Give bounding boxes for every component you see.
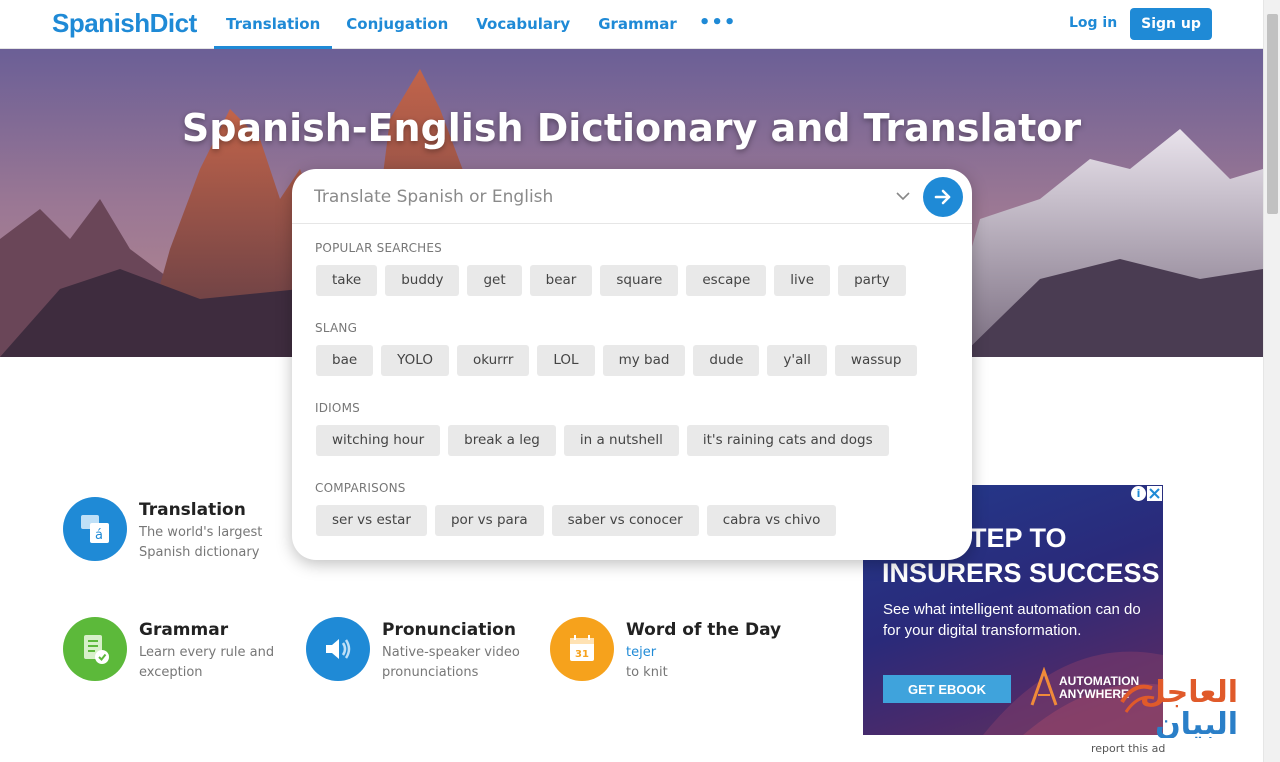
search-chip[interactable]: cabra vs chivo [706, 505, 837, 536]
chip-row-idioms: witching hour break a leg in a nutshell … [316, 425, 889, 456]
login-link[interactable]: Log in [1069, 15, 1117, 31]
search-chip[interactable]: get [467, 265, 522, 296]
search-chip[interactable]: LOL [537, 345, 595, 376]
search-chip[interactable]: party [838, 265, 906, 296]
translate-submit-button[interactable] [923, 177, 963, 217]
nav-vocabulary[interactable]: Vocabulary [462, 0, 584, 49]
search-panel: POPULAR SEARCHES take buddy get bear squ… [292, 169, 972, 560]
more-menu-icon[interactable]: ••• [691, 0, 745, 49]
search-chip[interactable]: my bad [602, 345, 686, 376]
search-chip[interactable]: it's raining cats and dogs [686, 425, 889, 456]
chip-row-slang: bae YOLO okurrr LOL my bad dude y'all wa… [316, 345, 918, 376]
feature-title: Translation [139, 500, 246, 520]
search-chip[interactable]: bear [529, 265, 593, 296]
search-chip[interactable]: YOLO [381, 345, 449, 376]
search-chip[interactable]: por vs para [434, 505, 544, 536]
search-chip[interactable]: bae [316, 345, 374, 376]
calendar-icon: 31 [550, 617, 614, 681]
search-chip[interactable]: square [600, 265, 679, 296]
search-chip[interactable]: in a nutshell [563, 425, 679, 456]
grammar-icon [63, 617, 127, 681]
feature-title: Pronunciation [382, 620, 516, 640]
nav-grammar[interactable]: Grammar [584, 0, 691, 49]
search-input[interactable] [314, 183, 874, 211]
scrollbar-thumb[interactable] [1267, 14, 1278, 214]
search-chip[interactable]: witching hour [316, 425, 441, 456]
feature-title: Word of the Day [626, 620, 782, 640]
get-ebook-button[interactable]: GET EBOOK [883, 675, 1011, 703]
search-chip[interactable]: ser vs estar [316, 505, 427, 536]
nav-conjugation[interactable]: Conjugation [332, 0, 462, 49]
word-of-the-day-link[interactable]: tejer [626, 645, 656, 660]
watermark-text-bottom: البيان [1155, 707, 1238, 738]
search-row [292, 169, 972, 224]
search-chip[interactable]: okurrr [456, 345, 530, 376]
word-of-the-day-meaning: to knit [626, 665, 668, 680]
search-chip[interactable]: buddy [385, 265, 460, 296]
section-label-comparisons: COMPARISONS [315, 481, 406, 495]
feature-description: Native-speaker video pronunciations [382, 645, 520, 680]
ad-close-icon[interactable] [1147, 486, 1162, 501]
signup-button[interactable]: Sign up [1130, 8, 1212, 40]
automation-anywhere-logo-icon [1030, 667, 1058, 706]
calendar-day: 31 [575, 649, 589, 660]
arrow-right-icon [934, 189, 951, 205]
search-chip[interactable]: escape [686, 265, 767, 296]
search-chip[interactable]: break a leg [448, 425, 556, 456]
feature-description: Learn every rule and exception [139, 645, 275, 680]
report-ad-link[interactable]: report this ad [1091, 742, 1165, 755]
section-label-popular: POPULAR SEARCHES [315, 241, 442, 255]
search-chip[interactable]: take [316, 265, 378, 296]
search-chip[interactable]: dude [693, 345, 760, 376]
ad-subtext: See what intelligent automation can do f… [883, 601, 1141, 639]
site-header: SpanishDict Translation Conjugation Voca… [0, 0, 1263, 49]
page-scrollbar[interactable] [1263, 0, 1280, 762]
watermark-text-top: العاجل [1140, 675, 1238, 710]
translation-icon: á [63, 497, 127, 561]
search-chip[interactable]: y'all [767, 345, 827, 376]
search-chip[interactable]: live [774, 265, 831, 296]
feature-description: The world's largest Spanish dictionary [139, 525, 263, 560]
search-chip[interactable]: wassup [834, 345, 918, 376]
search-chip[interactable]: saber vs conocer [551, 505, 699, 536]
ad-info-icon[interactable]: i [1131, 486, 1146, 501]
chevron-down-icon[interactable] [894, 187, 912, 205]
nav-translation[interactable]: Translation [214, 0, 333, 49]
chip-row-popular: take buddy get bear square escape live p… [316, 265, 906, 296]
ad-headline-line: INSURERS SUCCESS [882, 558, 1160, 588]
feature-title: Grammar [139, 620, 229, 640]
spanishdict-logo[interactable]: SpanishDict [52, 8, 197, 39]
feature-description: tejer to knit [626, 643, 776, 683]
watermark-logo: العاجل البيان [1120, 675, 1238, 738]
page-title: Spanish-English Dictionary and Translato… [181, 106, 1082, 150]
section-label-idioms: IDIOMS [315, 401, 360, 415]
speaker-icon [306, 617, 370, 681]
chip-row-comparisons: ser vs estar por vs para saber vs conoce… [316, 505, 837, 536]
section-label-slang: SLANG [315, 321, 358, 335]
svg-text:á: á [95, 528, 103, 543]
main-nav: Translation Conjugation Vocabulary Gramm… [214, 0, 744, 49]
